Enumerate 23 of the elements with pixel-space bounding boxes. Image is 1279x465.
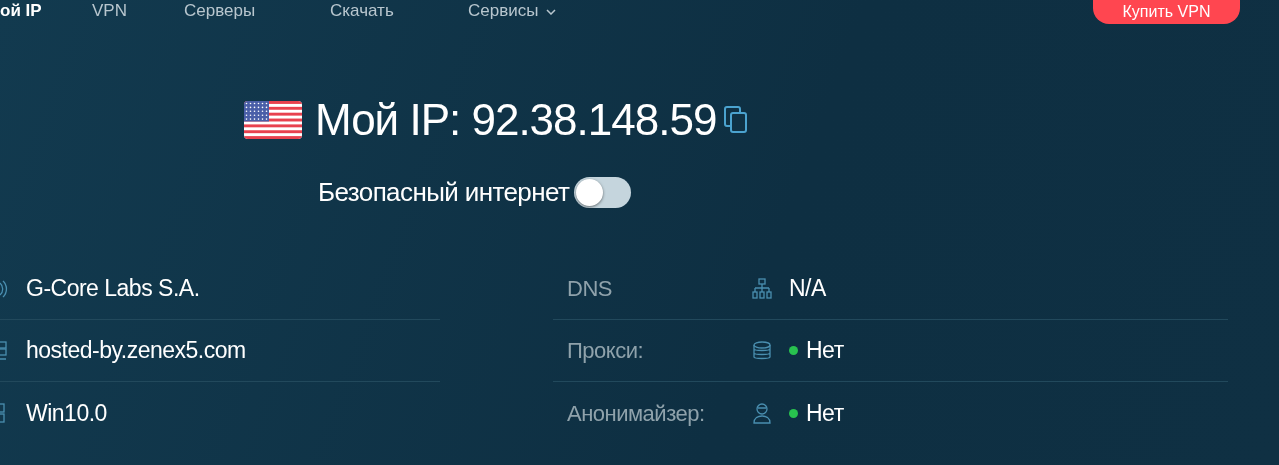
nav-link[interactable]: Сервисы — [468, 0, 557, 22]
info-value: G-Core Labs S.A. — [26, 274, 200, 304]
info-value: hosted-by.zenex5.com — [26, 336, 246, 366]
nav-link[interactable]: ой IP — [0, 0, 42, 22]
info-value: Нет — [806, 398, 844, 428]
info-value: Win10.0 — [26, 398, 107, 428]
network-icon — [751, 277, 773, 300]
person-icon — [751, 402, 773, 424]
info-label: Прокси: — [566, 337, 645, 365]
info-value: Нет — [806, 336, 844, 366]
nav-link[interactable]: VPN — [92, 0, 127, 22]
database-icon — [751, 339, 773, 362]
nav-link[interactable]: Серверы — [184, 0, 256, 22]
info-label: DNS — [566, 275, 613, 303]
copy-icon[interactable] — [724, 106, 749, 134]
ip-address-heading: Мой IP: 92.38.148.59 — [315, 95, 717, 145]
toggle-switch[interactable] — [574, 176, 632, 208]
toggle-label: Безопасный интернет — [318, 175, 570, 209]
flag-icon — [244, 101, 302, 139]
info-label: Анонимайзер: — [566, 399, 706, 428]
nav-link[interactable]: Скачать — [330, 0, 394, 22]
caret-icon — [546, 8, 557, 15]
info-value: N/A — [789, 274, 826, 304]
